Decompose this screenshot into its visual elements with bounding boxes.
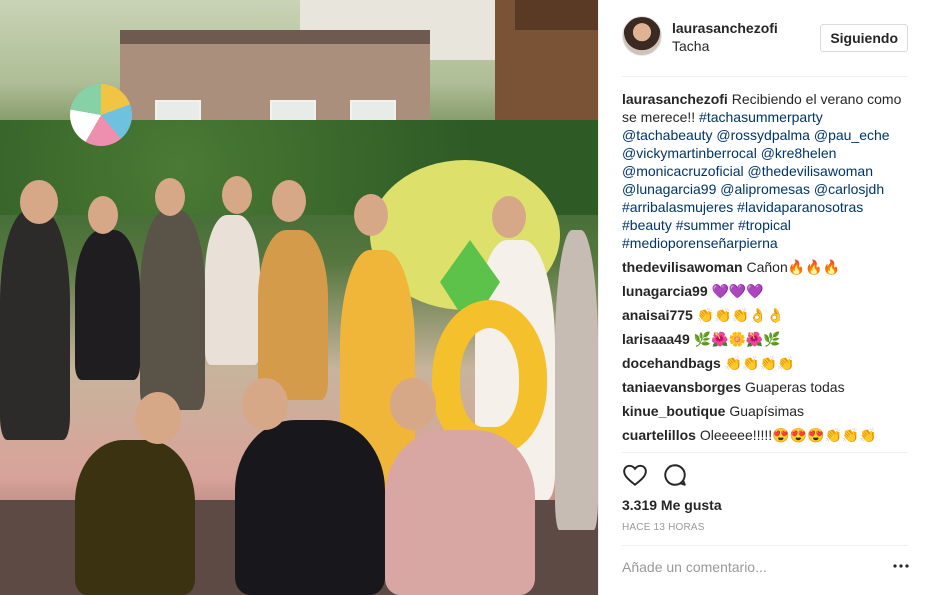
caption-tag[interactable]: @thedevilisawoman <box>747 163 873 179</box>
comment-username[interactable]: larisaaa49 <box>622 331 690 347</box>
comment-username[interactable]: cuartelillos <box>622 427 696 443</box>
caption-tag[interactable]: #medioporenseñarpierna <box>622 235 778 251</box>
like-count[interactable]: 3.319 Me gusta <box>622 497 722 513</box>
comment-row: docehandbags 👏👏👏👏 <box>622 354 912 372</box>
header-divider <box>622 76 908 77</box>
comment-text: 💜💜💜 <box>711 283 764 299</box>
post-header: laurasanchezofi Tacha Siguiendo <box>622 16 908 60</box>
post-timestamp[interactable]: HACE 13 HORAS <box>622 522 705 533</box>
comment-text: 🌿🌺🌼🌺🌿 <box>693 331 781 347</box>
following-button[interactable]: Siguiendo <box>820 24 908 52</box>
comment-text: Cañon🔥🔥🔥 <box>746 259 841 275</box>
comment-text: Guapísimas <box>729 403 805 419</box>
comment-row: thedevilisawoman Cañon🔥🔥🔥 <box>622 258 912 276</box>
caption-tag[interactable]: @monicacruzoficial <box>622 163 744 179</box>
comment-text: 👏👏👏👌👌 <box>696 307 784 323</box>
caption-tag[interactable]: @tachabeauty <box>622 127 713 143</box>
comment-row: cuartelillos Oleeeee!!!!!😍😍😍👏👏👏 <box>622 426 912 444</box>
caption-tag[interactable]: #arribalasmujeres <box>622 199 733 215</box>
post-location[interactable]: Tacha <box>672 38 709 54</box>
comment-text: 👏👏👏👏 <box>724 355 795 371</box>
caption-tag[interactable]: @lunagarcia99 <box>622 181 716 197</box>
caption-tag[interactable]: #tachasummerparty <box>699 109 823 125</box>
comment-username[interactable]: lunagarcia99 <box>622 283 708 299</box>
action-bar <box>622 462 908 490</box>
comment-text: Guaperas todas <box>744 379 845 395</box>
heart-icon[interactable] <box>622 462 648 488</box>
more-icon[interactable] <box>893 563 909 569</box>
add-comment-input[interactable] <box>622 559 882 575</box>
caption-tag[interactable]: @rossydpalma <box>716 127 810 143</box>
avatar[interactable] <box>622 16 662 56</box>
comment-text: Oleeeee!!!!!😍😍😍👏👏👏 <box>699 427 877 443</box>
caption-tag[interactable]: #lavidaparanosotras <box>737 199 863 215</box>
comment-row: lunagarcia99 💜💜💜 <box>622 282 912 300</box>
caption-tag[interactable]: @kre8helen <box>761 145 837 161</box>
caption-tags: #tachasummerparty @tachabeauty @rossydpa… <box>622 109 890 251</box>
comment-username[interactable]: taniaevansborges <box>622 379 741 395</box>
comment-row: taniaevansborges Guaperas todas <box>622 378 912 396</box>
comment-row: larisaaa49 🌿🌺🌼🌺🌿 <box>622 330 912 348</box>
caption-tag[interactable]: #beauty <box>622 217 672 233</box>
comment-username[interactable]: kinue_boutique <box>622 403 725 419</box>
caption-tag[interactable]: @carlosjdh <box>814 181 884 197</box>
caption-username[interactable]: laurasanchezofi <box>622 91 728 107</box>
caption-tag[interactable]: #summer <box>676 217 734 233</box>
comment-username[interactable]: anaisai775 <box>622 307 693 323</box>
caption-tag[interactable]: #tropical <box>738 217 791 233</box>
post-username[interactable]: laurasanchezofi <box>672 20 778 36</box>
beach-ball <box>70 84 132 146</box>
comment-divider <box>622 545 908 546</box>
comment-row: anaisai775 👏👏👏👌👌 <box>622 306 912 324</box>
post-photo[interactable] <box>0 0 598 595</box>
comment-list: laurasanchezofi Recibiendo el verano com… <box>622 90 912 444</box>
caption-tag[interactable]: @vickymartinberrocal <box>622 145 757 161</box>
post-caption: laurasanchezofi Recibiendo el verano com… <box>622 90 912 252</box>
caption-tag[interactable]: @pau_eche <box>814 127 890 143</box>
comment-username[interactable]: docehandbags <box>622 355 721 371</box>
comment-username[interactable]: thedevilisawoman <box>622 259 743 275</box>
chat-icon[interactable] <box>662 462 688 488</box>
comment-row: kinue_boutique Guapísimas <box>622 402 912 420</box>
actions-divider <box>622 452 908 453</box>
caption-tag[interactable]: @alipromesas <box>720 181 810 197</box>
